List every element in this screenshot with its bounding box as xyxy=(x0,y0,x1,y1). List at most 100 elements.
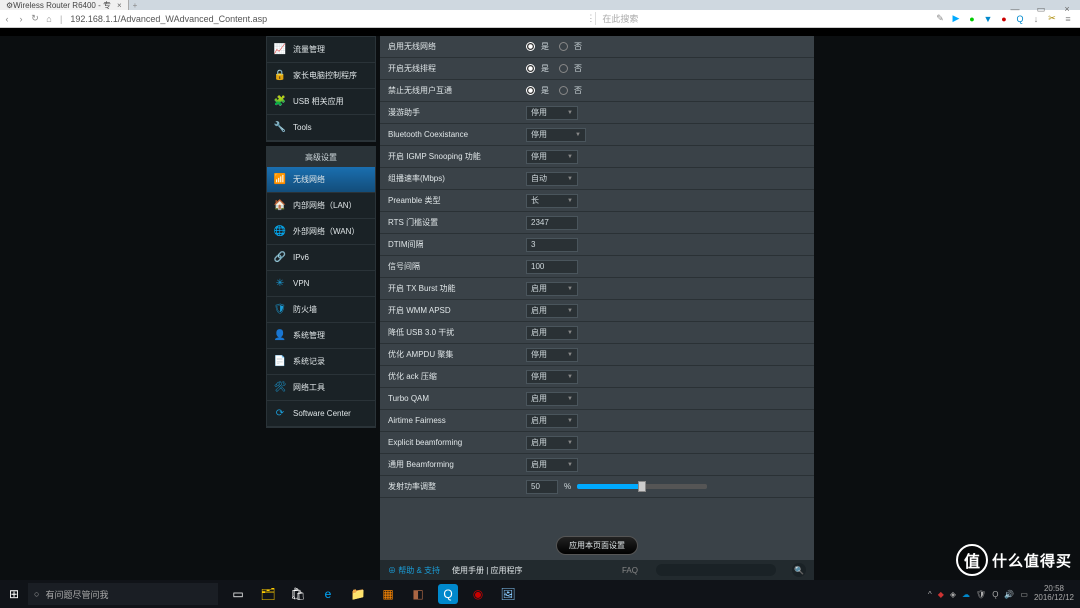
ext-icon-play[interactable]: ▶ xyxy=(950,13,962,25)
tray-action-icon[interactable]: ▭ xyxy=(1020,590,1028,599)
nav-label: 无线网络 xyxy=(293,174,325,185)
radio-否[interactable] xyxy=(559,42,568,51)
footer-help-link[interactable]: ⊕ 帮助 & 支持 xyxy=(388,565,440,576)
tray-icon-ime[interactable]: Ǫ xyxy=(992,590,998,599)
nav-icon: 📈 xyxy=(273,43,287,57)
app-orange-icon[interactable]: ▦ xyxy=(378,584,398,604)
window-close[interactable]: × xyxy=(1054,0,1080,18)
ext-icon-1[interactable]: ✎ xyxy=(934,13,946,25)
setting-row-17: Airtime Fairness启用▼ xyxy=(380,410,814,432)
clock-date: 2016/12/12 xyxy=(1034,594,1074,603)
slider-thumb[interactable] xyxy=(638,481,646,492)
nav-g2-4[interactable]: ✳VPN xyxy=(267,271,375,297)
nav-g1-1[interactable]: 🔒家长电脑控制程序 xyxy=(267,63,375,89)
nav-g2-8[interactable]: 🛠网络工具 xyxy=(267,375,375,401)
taskview-icon[interactable]: ▭ xyxy=(228,584,248,604)
nav-g2-0[interactable]: 📶无线网络 xyxy=(267,167,375,193)
radio-是[interactable] xyxy=(526,86,535,95)
input-9[interactable]: 3 xyxy=(526,238,578,252)
tray-icon-4[interactable]: 🛡 xyxy=(976,590,986,599)
tray-icon-2[interactable]: ◈ xyxy=(950,590,956,599)
start-button[interactable]: ⊞ xyxy=(0,587,28,601)
new-tab-button[interactable]: + xyxy=(129,1,142,10)
bookmark-icon[interactable]: ⋮ xyxy=(586,13,595,24)
app-wallet-icon[interactable]: ◧ xyxy=(408,584,428,604)
tray-icon-1[interactable]: ◆ xyxy=(938,590,944,599)
select-7[interactable]: 长▼ xyxy=(526,194,578,208)
setting-label: 组播速率(Mbps) xyxy=(380,173,526,184)
chevron-down-icon: ▼ xyxy=(575,132,581,138)
nav-g2-3[interactable]: 🔗IPv6 xyxy=(267,245,375,271)
setting-row-5: 开启 IGMP Snooping 功能停用▼ xyxy=(380,146,814,168)
tab-close-icon[interactable]: × xyxy=(117,1,122,10)
window-maximize[interactable]: ▭ xyxy=(1028,0,1054,18)
radio-否[interactable] xyxy=(559,64,568,73)
select-12[interactable]: 启用▼ xyxy=(526,304,578,318)
select-11[interactable]: 启用▼ xyxy=(526,282,578,296)
nav-g1-2[interactable]: 🧩USB 相关应用 xyxy=(267,89,375,115)
select-16[interactable]: 启用▼ xyxy=(526,392,578,406)
ext-icon-wechat[interactable]: ● xyxy=(966,13,978,25)
app-circle-icon[interactable]: ◉ xyxy=(468,584,488,604)
ext-icon-cat[interactable]: ▼ xyxy=(982,13,994,25)
select-4[interactable]: 停用▼ xyxy=(526,128,586,142)
nav-g2-9[interactable]: ⟳Software Center xyxy=(267,401,375,427)
apply-button[interactable]: 应用本页面设置 xyxy=(556,536,638,555)
nav-reload-icon[interactable]: ↻ xyxy=(28,13,42,24)
nav-g2-1[interactable]: 🏠内部网络（LAN） xyxy=(267,193,375,219)
slider-track[interactable] xyxy=(577,484,707,489)
input-10[interactable]: 100 xyxy=(526,260,578,274)
footer-search-icon[interactable]: 🔍 xyxy=(792,563,806,577)
setting-label: Bluetooth Coexistance xyxy=(380,130,526,139)
setting-row-3: 漫游助手停用▼ xyxy=(380,102,814,124)
chevron-down-icon: ▼ xyxy=(567,198,573,204)
window-minimize[interactable]: — xyxy=(1002,0,1028,18)
select-15[interactable]: 停用▼ xyxy=(526,370,578,384)
nav-label: 外部网络（WAN） xyxy=(293,226,359,237)
app-pic-icon[interactable]: 🖼 xyxy=(498,584,518,604)
slider-value[interactable]: 50 xyxy=(526,480,558,494)
select-18[interactable]: 启用▼ xyxy=(526,436,578,450)
app-store-icon[interactable]: 🛍 xyxy=(288,584,308,604)
select-3[interactable]: 停用▼ xyxy=(526,106,578,120)
radio-否[interactable] xyxy=(559,86,568,95)
nav-g2-2[interactable]: 🌐外部网络（WAN） xyxy=(267,219,375,245)
tray-volume-icon[interactable]: 🔊 xyxy=(1004,590,1014,599)
browser-search-input[interactable]: 在此搜索 xyxy=(595,12,775,25)
radio-是[interactable] xyxy=(526,64,535,73)
select-14[interactable]: 停用▼ xyxy=(526,348,578,362)
select-13[interactable]: 启用▼ xyxy=(526,326,578,340)
nav-back-icon[interactable]: ‹ xyxy=(0,14,14,24)
setting-label: Airtime Fairness xyxy=(380,416,526,425)
setting-label: 通用 Beamforming xyxy=(380,459,526,470)
app-folder-icon[interactable]: 📁 xyxy=(348,584,368,604)
tray-clock[interactable]: 20:58 2016/12/12 xyxy=(1034,585,1074,603)
select-6[interactable]: 自动▼ xyxy=(526,172,578,186)
watermark-text: 什么值得买 xyxy=(992,550,1072,571)
input-8[interactable]: 2347 xyxy=(526,216,578,230)
nav-forward-icon[interactable]: › xyxy=(14,14,28,24)
select-19[interactable]: 启用▼ xyxy=(526,458,578,472)
tray-up-icon[interactable]: ^ xyxy=(928,590,932,599)
nav-g2-6[interactable]: 👤系统管理 xyxy=(267,323,375,349)
select-17[interactable]: 启用▼ xyxy=(526,414,578,428)
app-q-icon[interactable]: Q xyxy=(438,584,458,604)
tray-icon-3[interactable]: ☁ xyxy=(962,590,970,599)
nav-g1-3[interactable]: 🔧Tools xyxy=(267,115,375,141)
setting-label: Preamble 类型 xyxy=(380,195,526,206)
app-explorer-icon[interactable]: 🗂 xyxy=(258,584,278,604)
cortana-search[interactable]: ○ 有问题尽管问我 xyxy=(28,583,218,605)
app-edge-icon[interactable]: e xyxy=(318,584,338,604)
browser-tab[interactable]: ⚙ Wireless Router R6400 - 专 × xyxy=(0,0,129,10)
nav-g2-5[interactable]: 🛡防火墙 xyxy=(267,297,375,323)
select-value: 停用 xyxy=(531,151,547,162)
nav-g1-0[interactable]: 📈流量管理 xyxy=(267,37,375,63)
url-field[interactable]: 192.168.1.1/Advanced_WAdvanced_Content.a… xyxy=(66,14,546,24)
select-5[interactable]: 停用▼ xyxy=(526,150,578,164)
radio-label: 是 xyxy=(541,85,549,96)
nav-g2-7[interactable]: 📄系统记录 xyxy=(267,349,375,375)
radio-是[interactable] xyxy=(526,42,535,51)
nav-home-icon[interactable]: ⌂ xyxy=(42,14,56,24)
footer-search-input[interactable] xyxy=(656,564,776,576)
footer-manual-link[interactable]: 使用手册 | 应用程序 xyxy=(452,565,523,576)
